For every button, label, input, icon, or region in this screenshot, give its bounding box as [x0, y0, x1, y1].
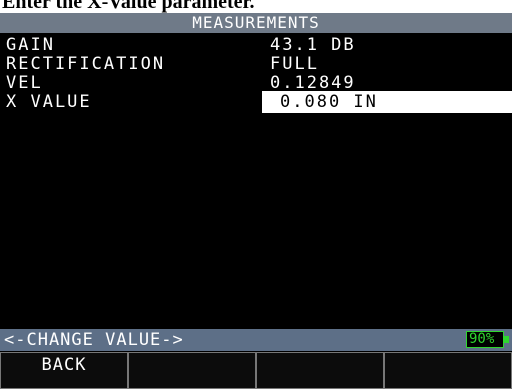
- menu-item-x-value[interactable]: X VALUE 0.080 IN: [0, 91, 512, 113]
- softkey-4[interactable]: [384, 352, 512, 389]
- status-hint: <-CHANGE VALUE->: [4, 330, 184, 350]
- menu-item-label: X VALUE: [6, 92, 92, 112]
- battery-tip-icon: [504, 336, 509, 343]
- gauge-screen: MEASUREMENTS GAIN 43.1 DB RECTIFICATION …: [0, 13, 512, 389]
- back-button[interactable]: BACK: [0, 352, 128, 389]
- battery-icon: 90%: [466, 331, 504, 348]
- page-title: MEASUREMENTS: [0, 13, 512, 33]
- battery-level: 90%: [469, 331, 495, 347]
- x-value-field[interactable]: 0.080 IN: [262, 91, 512, 113]
- softkey-3[interactable]: [256, 352, 384, 389]
- document-caption: Enter the X-Value parameter.: [0, 0, 512, 13]
- softkey-bar: BACK: [0, 352, 512, 389]
- softkey-2[interactable]: [128, 352, 256, 389]
- status-bar: <-CHANGE VALUE-> 90%: [0, 329, 512, 351]
